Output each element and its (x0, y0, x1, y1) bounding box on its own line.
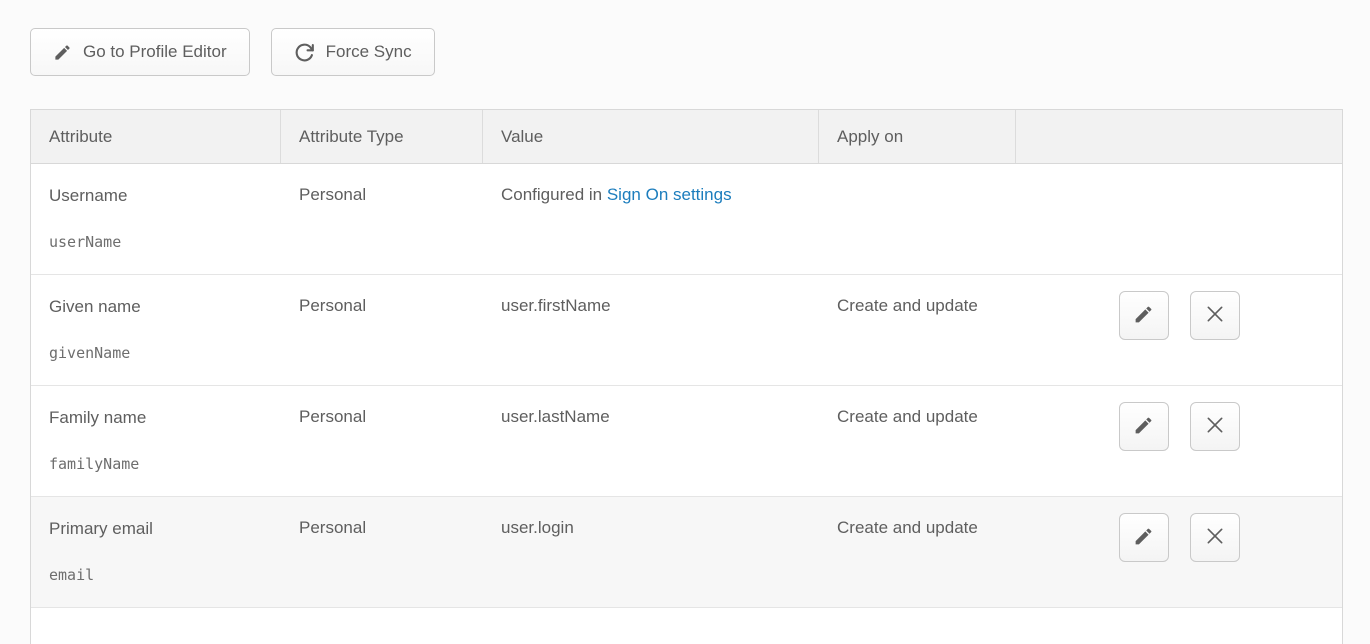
table-row-given-name: Given name givenName Personal user.first… (31, 275, 1342, 386)
actions-cell (1016, 386, 1342, 496)
attribute-label: Username (49, 185, 263, 206)
actions-cell (1016, 164, 1342, 274)
apply-on-cell (819, 164, 1016, 274)
attribute-cell: Given name givenName (31, 275, 281, 385)
close-icon (1205, 415, 1225, 438)
attribute-cell: Username userName (31, 164, 281, 274)
attribute-variable-name: givenName (49, 344, 263, 362)
pencil-icon (1133, 304, 1154, 328)
table-row-family-name: Family name familyName Personal user.las… (31, 386, 1342, 497)
pencil-icon (53, 43, 72, 62)
attribute-variable-name: email (49, 566, 263, 584)
attribute-label: Given name (49, 296, 263, 317)
table-row-username: Username userName Personal Configured in… (31, 164, 1342, 275)
go-to-profile-editor-button[interactable]: Go to Profile Editor (30, 28, 250, 76)
delete-attribute-button[interactable] (1190, 513, 1240, 562)
table-header-row: Attribute Attribute Type Value Apply on (31, 110, 1342, 164)
header-apply-on: Apply on (819, 110, 1016, 163)
refresh-icon (294, 42, 315, 63)
edit-attribute-button[interactable] (1119, 402, 1169, 451)
value-prefix-text: Configured in (501, 185, 607, 204)
attribute-variable-name: userName (49, 233, 263, 251)
attribute-label: Primary email (49, 518, 263, 539)
force-sync-label: Force Sync (326, 42, 412, 62)
apply-on-cell: Create and update (819, 497, 1016, 607)
edit-attribute-button[interactable] (1119, 291, 1169, 340)
header-attribute: Attribute (31, 110, 281, 163)
attribute-cell: Primary email email (31, 497, 281, 607)
value-cell: user.firstName (483, 275, 819, 385)
actions-cell (1016, 275, 1342, 385)
edit-attribute-button[interactable] (1119, 513, 1169, 562)
value-cell: user.login (483, 497, 819, 607)
close-icon (1205, 304, 1225, 327)
attribute-variable-name: familyName (49, 455, 263, 473)
force-sync-button[interactable]: Force Sync (271, 28, 435, 76)
apply-on-cell: Create and update (819, 386, 1016, 496)
delete-attribute-button[interactable] (1190, 291, 1240, 340)
header-attribute-type: Attribute Type (281, 110, 483, 163)
actions-cell (1016, 497, 1342, 607)
table-row-partial (31, 608, 1342, 644)
value-cell: user.lastName (483, 386, 819, 496)
attribute-mapping-table: Attribute Attribute Type Value Apply on … (30, 109, 1343, 644)
sign-on-settings-link[interactable]: Sign On settings (607, 185, 732, 204)
go-to-profile-editor-label: Go to Profile Editor (83, 42, 227, 62)
value-cell: Configured in Sign On settings (483, 164, 819, 274)
attribute-type-cell: Personal (281, 164, 483, 274)
close-icon (1205, 526, 1225, 549)
attribute-cell: Family name familyName (31, 386, 281, 496)
pencil-icon (1133, 526, 1154, 550)
pencil-icon (1133, 415, 1154, 439)
header-value: Value (483, 110, 819, 163)
attribute-label: Family name (49, 407, 263, 428)
apply-on-cell: Create and update (819, 275, 1016, 385)
header-actions (1016, 110, 1342, 163)
attribute-type-cell: Personal (281, 497, 483, 607)
delete-attribute-button[interactable] (1190, 402, 1240, 451)
attribute-type-cell: Personal (281, 386, 483, 496)
table-row-primary-email: Primary email email Personal user.login … (31, 497, 1342, 608)
toolbar: Go to Profile Editor Force Sync (30, 28, 435, 76)
attribute-type-cell: Personal (281, 275, 483, 385)
